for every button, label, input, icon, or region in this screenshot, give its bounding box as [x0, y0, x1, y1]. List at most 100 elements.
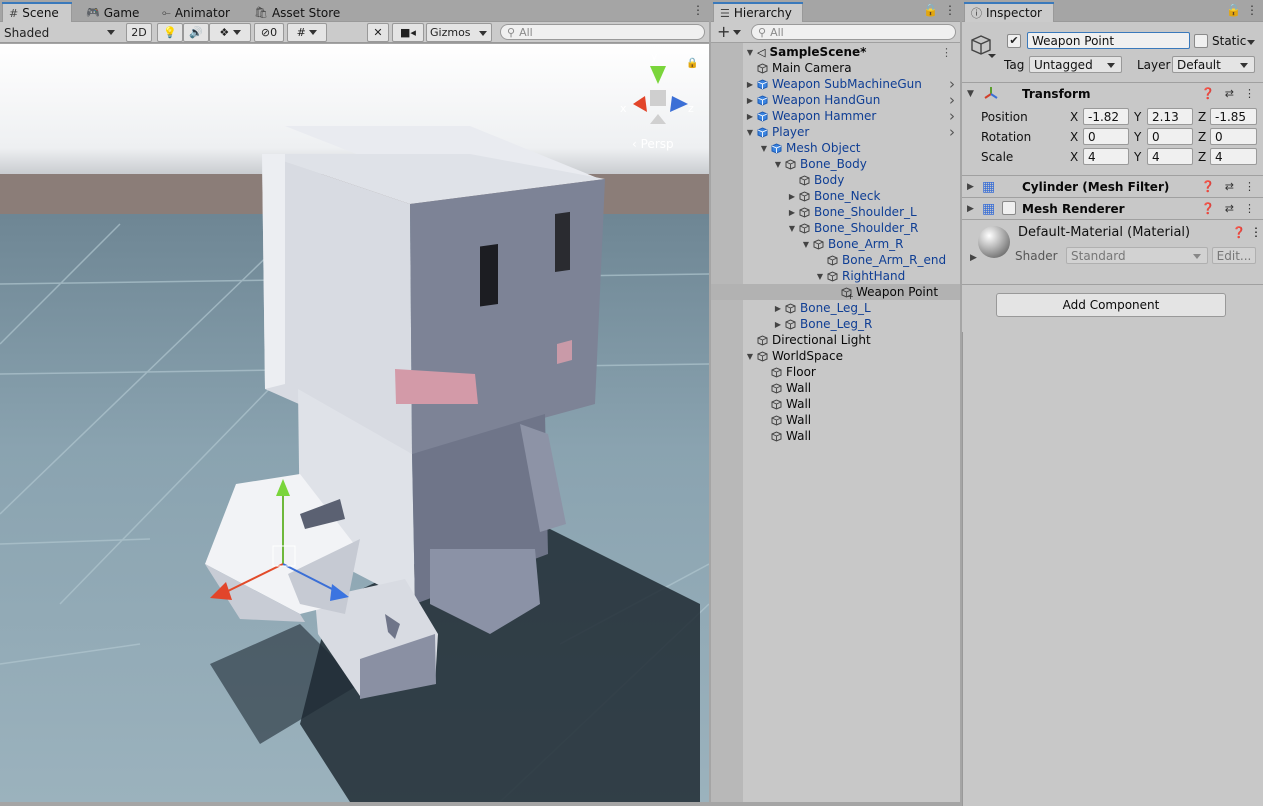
lock-icon[interactable]: 🔒 [686, 57, 698, 69]
scene-viewport[interactable]: y x z ‹ Persp 🔒 [0, 44, 709, 802]
preset-icon[interactable]: ⇄ [1225, 87, 1234, 100]
hierarchy-item[interactable]: ▶ Bone_Shoulder_L [711, 204, 960, 220]
axis-x-label[interactable]: X [1070, 150, 1078, 164]
layer-dropdown[interactable]: Default [1172, 56, 1255, 73]
transform-header[interactable]: ▼ Transform ❓ ⇄ ⋮ [962, 82, 1263, 104]
object-name-input[interactable]: Weapon Point [1027, 32, 1190, 49]
hierarchy-item[interactable]: ▼ RightHand [711, 268, 960, 284]
hierarchy-item[interactable]: ▼ Mesh Object [711, 140, 960, 156]
hierarchy-item[interactable]: ▶ Bone_Leg_R [711, 316, 960, 332]
scene-search-input[interactable]: ⚲ All [500, 24, 705, 40]
tab-asset-store[interactable]: 🛍 Asset Store [248, 3, 346, 22]
expand-arrow-icon[interactable]: ▶ [773, 304, 783, 313]
expand-arrow-icon[interactable]: ▶ [745, 96, 755, 105]
hierarchy-menu-icon[interactable]: ⋮ [944, 4, 956, 16]
scale-y-input[interactable]: 4 [1147, 148, 1193, 165]
axis-y-label[interactable]: Y [1134, 130, 1141, 144]
expand-arrow-icon[interactable]: ▶ [773, 320, 783, 329]
scene-menu-icon[interactable]: ⋮ [692, 4, 704, 16]
tag-dropdown[interactable]: Untagged [1029, 56, 1122, 73]
hierarchy-search-input[interactable]: ⚲ All [751, 24, 956, 40]
scene-visibility-toggle[interactable]: ⊘ 0 [254, 23, 284, 42]
preset-icon[interactable]: ⇄ [1225, 202, 1234, 215]
help-icon[interactable]: ❓ [1201, 202, 1215, 215]
context-menu-icon[interactable]: ⋮ [1250, 225, 1262, 239]
inspector-lock-icon[interactable]: 🔒 [1226, 4, 1241, 16]
audio-toggle-button[interactable]: 🔊 [183, 23, 209, 42]
expand-arrow-icon[interactable]: ▶ [787, 208, 797, 217]
active-checkbox[interactable]: ✔ [1007, 34, 1021, 48]
gizmo-persp-label[interactable]: ‹ Persp [632, 137, 674, 151]
expand-arrow-icon[interactable]: ▼ [815, 272, 825, 281]
expand-arrow-icon[interactable]: ▼ [787, 224, 797, 233]
effects-dropdown[interactable]: ❖ [209, 23, 251, 42]
help-icon[interactable]: ❓ [1201, 180, 1215, 193]
rotation-y-input[interactable]: 0 [1147, 128, 1193, 145]
tab-inspector[interactable]: ⓘ Inspector [964, 2, 1054, 23]
hierarchy-item[interactable]: ▶ Bone_Leg_L [711, 300, 960, 316]
scene-menu-icon[interactable]: ⋮ [941, 46, 952, 59]
tab-game[interactable]: 🎮 Game [80, 3, 145, 22]
tab-hierarchy[interactable]: ☰ Hierarchy [713, 2, 803, 23]
create-add-button[interactable]: + [717, 22, 742, 41]
scale-x-input[interactable]: 4 [1083, 148, 1129, 165]
scale-z-input[interactable]: 4 [1210, 148, 1257, 165]
position-z-input[interactable]: -1.85 [1210, 108, 1257, 125]
shading-mode-dropdown[interactable]: Shaded [0, 23, 121, 42]
hierarchy-item[interactable]: + Weapon Point [711, 284, 960, 300]
lighting-toggle-button[interactable]: 💡 [157, 23, 183, 42]
expand-arrow-icon[interactable]: ▼ [745, 48, 755, 57]
edit-shader-button[interactable]: Edit... [1212, 247, 1256, 264]
help-icon[interactable]: ❓ [1201, 87, 1215, 100]
tab-animator[interactable]: ⟜ Animator [156, 3, 236, 22]
toggle-2d-button[interactable]: 2D [126, 23, 152, 42]
hierarchy-item[interactable]: Wall [711, 396, 960, 412]
grid-snap-dropdown[interactable]: # [287, 23, 327, 42]
expand-arrow-icon[interactable]: ▼ [801, 240, 811, 249]
mesh-filter-header[interactable]: ▶ ▦ Cylinder (Mesh Filter) ❓ ⇄ ⋮ [962, 175, 1263, 197]
static-checkbox[interactable] [1194, 34, 1208, 48]
context-menu-icon[interactable]: ⋮ [1244, 202, 1255, 215]
shader-dropdown[interactable]: Standard [1066, 247, 1208, 264]
camera-dropdown[interactable]: ■◂ [392, 23, 424, 42]
hierarchy-item[interactable]: ▶ Bone_Neck [711, 188, 960, 204]
axis-z-label[interactable]: Z [1198, 130, 1206, 144]
rotation-x-input[interactable]: 0 [1083, 128, 1129, 145]
static-dropdown-icon[interactable] [1247, 40, 1255, 45]
tab-scene[interactable]: # Scene [2, 2, 72, 23]
expand-arrow-icon[interactable]: ▶ [967, 182, 974, 192]
add-component-button[interactable]: Add Component [996, 293, 1226, 317]
preset-icon[interactable]: ⇄ [1225, 180, 1234, 193]
hierarchy-item[interactable]: Wall [711, 428, 960, 444]
position-y-input[interactable]: 2.13 [1147, 108, 1193, 125]
expand-arrow-icon[interactable]: ▶ [787, 192, 797, 201]
axis-y-label[interactable]: Y [1134, 110, 1141, 124]
expand-arrow-icon[interactable]: ▼ [773, 160, 783, 169]
hierarchy-item[interactable]: ▶ Weapon SubMachineGun › [711, 75, 960, 93]
hierarchy-item[interactable]: ▼ Bone_Shoulder_R [711, 220, 960, 236]
hierarchy-item[interactable]: Bone_Arm_R_end [711, 252, 960, 268]
expand-arrow-icon[interactable]: ▼ [745, 128, 755, 137]
position-x-input[interactable]: -1.82 [1083, 108, 1129, 125]
collapse-arrow-icon[interactable]: ▼ [967, 89, 974, 99]
context-menu-icon[interactable]: ⋮ [1244, 87, 1255, 100]
gizmos-dropdown[interactable]: Gizmos [426, 23, 492, 42]
hierarchy-item[interactable]: ▼ WorldSpace [711, 348, 960, 364]
hierarchy-item[interactable]: Wall [711, 412, 960, 428]
axis-y-label[interactable]: Y [1134, 150, 1141, 164]
hierarchy-item[interactable]: Wall [711, 380, 960, 396]
rotation-z-input[interactable]: 0 [1210, 128, 1257, 145]
tools-button[interactable]: ✕ [367, 23, 389, 42]
expand-arrow-icon[interactable]: ▶ [745, 112, 755, 121]
hierarchy-lock-icon[interactable]: 🔒 [923, 4, 938, 16]
hierarchy-item[interactable]: ▼ Bone_Body [711, 156, 960, 172]
hierarchy-item[interactable]: Main Camera [711, 60, 960, 76]
expand-arrow-icon[interactable]: ▼ [745, 352, 755, 361]
scene-row[interactable]: ▼ ◁ SampleScene* ⋮ [711, 44, 960, 60]
mesh-renderer-enabled-checkbox[interactable] [1002, 201, 1016, 215]
hierarchy-item[interactable]: ▼ Bone_Arm_R [711, 236, 960, 252]
inspector-menu-icon[interactable]: ⋮ [1246, 4, 1258, 16]
hierarchy-item[interactable]: Body [711, 172, 960, 188]
help-icon[interactable]: ❓ [1232, 226, 1246, 239]
axis-z-label[interactable]: Z [1198, 150, 1206, 164]
